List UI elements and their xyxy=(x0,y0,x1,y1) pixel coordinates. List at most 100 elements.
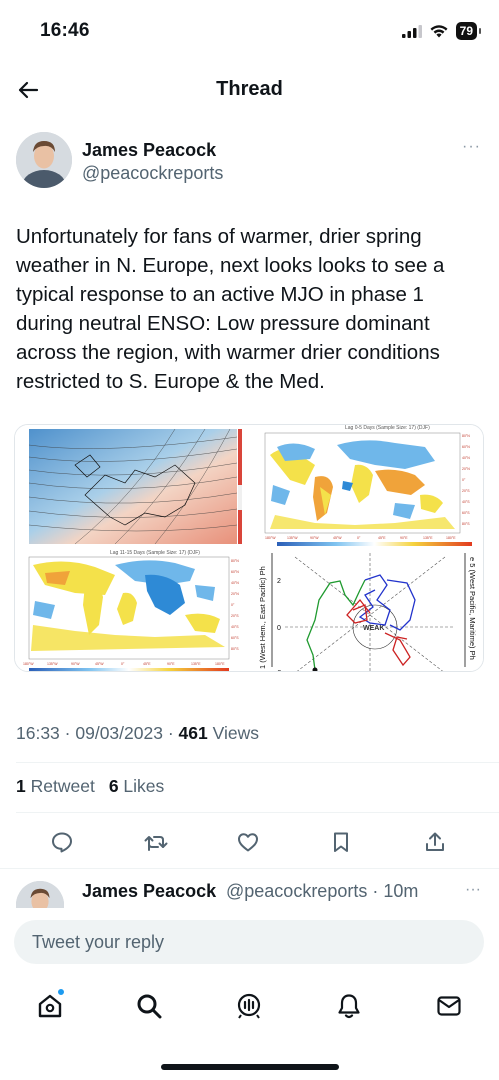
svg-text:40°N: 40°N xyxy=(462,456,470,460)
mjo-tick-2: 2 xyxy=(277,578,281,585)
share-button[interactable] xyxy=(419,826,451,858)
more-options-button[interactable]: ··· xyxy=(462,138,481,156)
retweets-count: 1 xyxy=(16,776,26,796)
svg-text:20°S: 20°S xyxy=(462,489,470,493)
svg-text:0°: 0° xyxy=(231,603,235,607)
svg-text:80°N: 80°N xyxy=(462,434,470,438)
reply-tweet-preview[interactable]: James Peacock @peacockreports · 10m ··· xyxy=(0,868,499,908)
author-handle[interactable]: @peacockreports xyxy=(82,163,223,184)
wifi-icon xyxy=(430,25,448,38)
nav-search[interactable] xyxy=(131,988,167,1024)
views-label: Views xyxy=(212,723,259,743)
reply-handle-text: @peacockreports xyxy=(226,881,368,901)
avatar[interactable] xyxy=(16,881,64,908)
divider xyxy=(16,762,499,763)
svg-text:0°: 0° xyxy=(462,478,466,482)
nav-messages[interactable] xyxy=(431,988,467,1024)
lon-label-0: 180°W xyxy=(265,536,276,540)
lon-label-4: 0° xyxy=(357,536,361,540)
svg-text:45°W: 45°W xyxy=(95,662,104,666)
reply-author-handle: @peacockreports · 10m xyxy=(226,881,418,902)
search-icon xyxy=(137,994,162,1019)
mjo-center-label: WEAK xyxy=(363,625,384,632)
heart-icon xyxy=(238,833,258,852)
svg-text:60°N: 60°N xyxy=(231,570,239,574)
lon-label-3: 45°W xyxy=(333,536,342,540)
notification-dot xyxy=(57,988,65,996)
svg-text:20°N: 20°N xyxy=(231,592,239,596)
svg-text:90°E: 90°E xyxy=(167,662,175,666)
tweet-meta: 16:33 · 09/03/2023 · 461 Views xyxy=(16,723,259,744)
divider xyxy=(16,812,499,813)
mjo-tick-neg2: -2 xyxy=(275,670,281,672)
home-indicator xyxy=(161,1064,339,1070)
retweet-icon xyxy=(144,836,168,851)
home-icon xyxy=(38,994,62,1018)
retweets-stat[interactable]: 1 Retweet xyxy=(16,776,95,797)
avatar[interactable] xyxy=(16,132,72,188)
tweet-media[interactable]: Lag 0-5 Days (Sample Size: 17) (DJF) 180… xyxy=(14,424,484,672)
nav-spaces[interactable] xyxy=(231,988,267,1024)
mjo-right-axis: e 5 (West Pacific, Maritime) Ph xyxy=(468,557,477,660)
tweet-time: 16:33 xyxy=(16,723,60,743)
tweet-date: 09/03/2023 xyxy=(75,723,163,743)
meta-separator: · xyxy=(64,723,76,743)
svg-text:90°W: 90°W xyxy=(71,662,80,666)
svg-text:135°E: 135°E xyxy=(191,662,201,666)
svg-text:40°S: 40°S xyxy=(231,625,239,629)
thread-header: Thread xyxy=(0,62,499,118)
like-button[interactable] xyxy=(232,826,264,858)
share-icon xyxy=(426,832,444,851)
mjo-tick-0: 0 xyxy=(277,625,281,632)
nav-home[interactable] xyxy=(32,988,68,1024)
lon-label-7: 135°E xyxy=(423,536,433,540)
map-bl-title: Lag 11-15 Days (Sample Size: 17) (DJF) xyxy=(110,550,200,556)
lon-label-5: 45°E xyxy=(378,536,386,540)
svg-text:0°: 0° xyxy=(121,662,125,666)
messages-icon xyxy=(437,996,461,1016)
lag-0-5-map: Lag 0-5 Days (Sample Size: 17) (DJF) 180… xyxy=(252,425,483,548)
lon-label-2: 90°W xyxy=(310,536,319,540)
likes-stat[interactable]: 6 Likes xyxy=(109,776,164,797)
svg-text:20°S: 20°S xyxy=(231,614,239,618)
reply-input[interactable]: Tweet your reply xyxy=(14,920,484,964)
svg-text:20°N: 20°N xyxy=(462,467,470,471)
svg-text:135°W: 135°W xyxy=(47,662,58,666)
mjo-left-axis: 1 (West Hem., East Pacific) Ph xyxy=(258,566,267,669)
spaces-icon xyxy=(237,993,261,1019)
svg-text:80°S: 80°S xyxy=(462,522,470,526)
svg-text:80°N: 80°N xyxy=(231,559,239,563)
status-time: 16:46 xyxy=(40,20,90,41)
pressure-anomaly-map xyxy=(15,425,248,548)
lon-label-6: 90°E xyxy=(400,536,408,540)
lon-label-8: 180°E xyxy=(446,536,456,540)
lon-label-1: 135°W xyxy=(287,536,298,540)
cellular-signal-icon xyxy=(401,24,422,38)
svg-text:180°E: 180°E xyxy=(215,662,225,666)
retweet-button[interactable] xyxy=(140,826,172,858)
reply-author-name[interactable]: James Peacock xyxy=(82,881,216,902)
author-name[interactable]: James Peacock xyxy=(82,140,216,161)
likes-count: 6 xyxy=(108,776,119,796)
reply-button[interactable] xyxy=(46,826,78,858)
battery-icon: 79 xyxy=(455,22,482,40)
lag-11-15-map: Lag 11-15 Days (Sample Size: 17) (DJF) 1… xyxy=(15,550,248,671)
svg-text:45°E: 45°E xyxy=(143,662,151,666)
svg-text:180°W: 180°W xyxy=(23,662,34,666)
svg-text:60°N: 60°N xyxy=(462,445,470,449)
more-options-button[interactable]: ··· xyxy=(465,881,481,899)
bottom-nav xyxy=(0,982,499,1032)
nav-notifications[interactable] xyxy=(331,988,367,1024)
status-bar: 16:46 79 xyxy=(0,0,499,62)
bookmark-icon xyxy=(334,832,348,852)
reply-icon xyxy=(52,832,72,853)
page-title: Thread xyxy=(216,78,283,100)
map-tr-title: Lag 0-5 Days (Sample Size: 17) (DJF) xyxy=(345,425,430,431)
status-icons: 79 xyxy=(401,22,482,40)
bookmark-button[interactable] xyxy=(325,826,357,858)
svg-text:80°S: 80°S xyxy=(231,647,239,651)
svg-text:60°S: 60°S xyxy=(462,511,470,515)
reply-time: 10m xyxy=(383,881,419,901)
meta-separator: · xyxy=(167,723,179,743)
tweet-stats: 1 Retweet 6 Likes xyxy=(16,776,164,797)
